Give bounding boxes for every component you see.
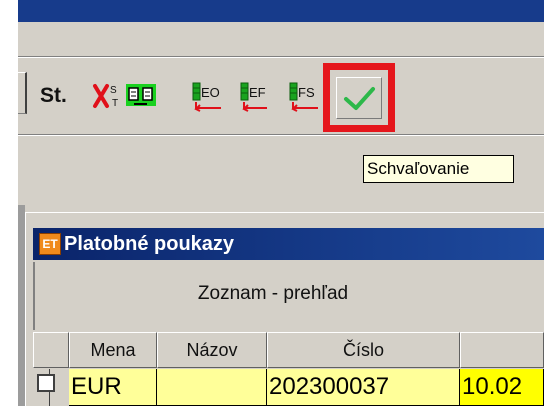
window-app-icon[interactable]: ET [39,233,61,255]
column-header-mena[interactable]: Mena [69,332,157,368]
highlight-frame [323,63,395,132]
toolbar-divider-bottom [18,134,544,136]
mdi-background-edge [18,205,25,406]
export-eo-icon: EO [192,82,221,112]
app-titlebar [18,0,544,22]
export-ef-button[interactable]: EF [239,80,271,112]
export-fs-icon: FS [289,82,318,112]
toolbar-divider-top [18,56,544,58]
column-header-nazov[interactable]: Názov [157,332,267,368]
red-x-icon: S T [93,84,118,109]
svg-text:EF: EF [249,85,266,100]
export-ef-icon: EF [240,82,267,112]
row-checkbox[interactable] [37,374,55,392]
column-header-cislo[interactable]: Číslo [267,332,460,368]
cancel-state-button[interactable]: S T [92,80,124,112]
export-fs-button[interactable]: FS [288,80,320,112]
list-view-title: Zoznam - prehľad [197,283,349,304]
copy-records-button[interactable] [125,80,157,112]
cell-cislo[interactable]: 202300037 [267,369,460,406]
svg-text:S: S [110,85,117,96]
toolbar-grip[interactable] [18,72,27,114]
cell-nazov[interactable] [157,369,267,406]
window-title: Platobné poukazy [64,233,235,255]
export-eo-button[interactable]: EO [191,80,223,112]
column-header-next[interactable] [460,332,544,368]
st-button[interactable]: St. [40,84,67,108]
svg-text:T: T [112,98,118,109]
svg-text:EO: EO [201,85,220,100]
green-documents-icon [126,84,156,106]
column-header-select[interactable] [33,332,69,368]
cell-date[interactable]: 10.02 [460,369,544,406]
approval-tooltip: Schvaľovanie [363,155,514,183]
cell-mena[interactable]: EUR [69,369,157,406]
svg-text:FS: FS [298,85,315,100]
